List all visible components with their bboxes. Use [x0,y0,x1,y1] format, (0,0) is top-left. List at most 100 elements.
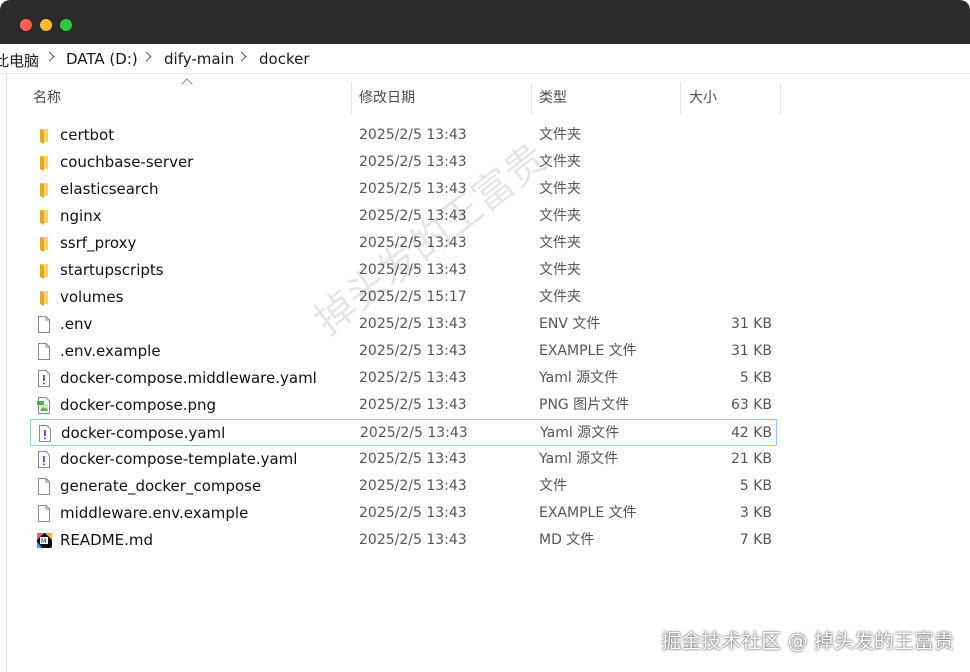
file-size: 63 KB [730,397,772,413]
folder-icon [36,235,52,252]
file-type: 文件夹 [539,235,581,251]
breadcrumb-item-this-pc[interactable]: 此电脑 [0,50,39,71]
file-name: docker-compose-template.yaml [60,450,298,468]
file-type: 文件夹 [539,262,581,278]
file-modified-date: 2025/2/5 13:43 [360,425,468,441]
file-modified-date: 2025/2/5 13:43 [359,370,467,386]
file-name: volumes [60,288,124,306]
column-header-date[interactable]: 修改日期 [359,80,415,116]
maximize-window-button[interactable] [60,19,72,31]
file-size: 3 KB [739,505,772,521]
column-header-size[interactable]: 大小 [689,80,717,116]
file-name: generate_docker_compose [60,477,262,495]
yaml-file-icon [36,370,52,387]
file-name: docker-compose.png [60,396,217,414]
image-file-icon [36,397,52,414]
file-row[interactable]: couchbase-server 2025/2/5 13:43 文件夹 [30,149,776,176]
yaml-file-icon [36,451,52,468]
file-size: 21 KB [730,451,772,467]
breadcrumb-item-dify-main[interactable]: dify-main [164,50,234,68]
file-row[interactable]: docker-compose-template.yaml 2025/2/5 13:… [30,446,776,473]
file-row[interactable]: .env 2025/2/5 13:43 ENV 文件 31 KB [30,311,776,338]
column-header-name[interactable]: 名称 [33,80,61,116]
file-type: MD 文件 [539,532,595,548]
file-icon [36,505,52,522]
file-row[interactable]: generate_docker_compose 2025/2/5 13:43 文件 5… [30,473,776,500]
column-divider[interactable] [351,82,352,114]
file-size: 5 KB [739,370,772,386]
file-name: ssrf_proxy [60,234,137,252]
svg-text:M: M [41,538,46,545]
column-divider[interactable] [680,82,681,114]
chevron-right-icon [141,51,152,62]
file-size: 31 KB [730,343,772,359]
file-type: 文件夹 [539,208,581,224]
file-name: middleware.env.example [60,504,249,522]
file-name: couchbase-server [60,153,194,171]
file-name: README.md [60,531,154,549]
file-row[interactable]: elasticsearch 2025/2/5 13:43 文件夹 [30,176,776,203]
file-row[interactable]: M README.md 2025/2/5 13:43 MD 文件 7 KB [30,527,776,554]
breadcrumb: 此电脑 DATA (D:) dify-main docker [0,44,970,74]
file-modified-date: 2025/2/5 13:43 [359,397,467,413]
column-header: 名称 修改日期 类型 大小 [22,80,782,116]
file-type: PNG 图片文件 [539,397,630,413]
folder-icon [36,289,52,306]
folder-icon [36,127,52,144]
column-header-type[interactable]: 类型 [539,80,567,116]
file-modified-date: 2025/2/5 13:43 [359,478,467,494]
file-modified-date: 2025/2/5 13:43 [359,154,467,170]
file-modified-date: 2025/2/5 13:43 [359,316,467,332]
file-modified-date: 2025/2/5 13:43 [359,127,467,143]
minimize-window-button[interactable] [40,19,52,31]
file-type: Yaml 源文件 [539,370,619,386]
file-size: 5 KB [739,478,772,494]
file-type: Yaml 源文件 [540,425,620,441]
file-modified-date: 2025/2/5 13:43 [359,451,467,467]
folder-icon [36,181,52,198]
navigation-pane-edge [0,74,7,672]
file-row[interactable]: docker-compose.yaml 2025/2/5 13:43 Yaml 源文… [30,419,777,446]
file-row[interactable]: docker-compose.png 2025/2/5 13:43 PNG 图片文件… [30,392,776,419]
folder-icon [36,154,52,171]
column-divider[interactable] [780,82,781,114]
chevron-right-icon [44,51,55,62]
file-type: 文件夹 [539,127,581,143]
folder-icon [36,262,52,279]
watermark-corner: 掘金技术社区 @ 掉头发的王富贵 [661,629,954,653]
column-divider[interactable] [531,82,532,114]
file-type: 文件夹 [539,289,581,305]
file-name: .env [60,315,93,333]
file-type: Yaml 源文件 [539,451,619,467]
file-name: elasticsearch [60,180,159,198]
file-icon [36,316,52,333]
file-name: .env.example [60,342,161,360]
close-window-button[interactable] [20,19,32,31]
file-size: 42 KB [730,425,772,441]
file-row[interactable]: .env.example 2025/2/5 13:43 EXAMPLE 文件 31 K… [30,338,776,365]
file-modified-date: 2025/2/5 13:43 [359,343,467,359]
file-row[interactable]: certbot 2025/2/5 13:43 文件夹 [30,122,776,149]
file-name: startupscripts [60,261,164,279]
breadcrumb-item-docker[interactable]: docker [259,50,310,68]
file-type: ENV 文件 [539,316,601,332]
file-icon [36,343,52,360]
file-icon [36,478,52,495]
file-row[interactable]: middleware.env.example 2025/2/5 13:43 EXAM… [30,500,776,527]
chevron-right-icon [236,51,247,62]
file-name: certbot [60,126,115,144]
file-size: 7 KB [739,532,772,548]
file-name: docker-compose.middleware.yaml [60,369,317,387]
file-row[interactable]: docker-compose.middleware.yaml 2025/2/5 1… [30,365,776,392]
file-name: docker-compose.yaml [61,424,226,442]
window-titlebar [0,0,970,44]
file-name: nginx [60,207,102,225]
file-modified-date: 2025/2/5 13:43 [359,532,467,548]
file-modified-date: 2025/2/5 13:43 [359,505,467,521]
yaml-file-icon [37,425,53,442]
breadcrumb-item-data-drive[interactable]: DATA (D:) [66,50,138,68]
file-type: 文件 [539,478,567,494]
file-size: 31 KB [730,316,772,332]
file-type: EXAMPLE 文件 [539,505,637,521]
markdown-app-icon: M [36,532,52,549]
